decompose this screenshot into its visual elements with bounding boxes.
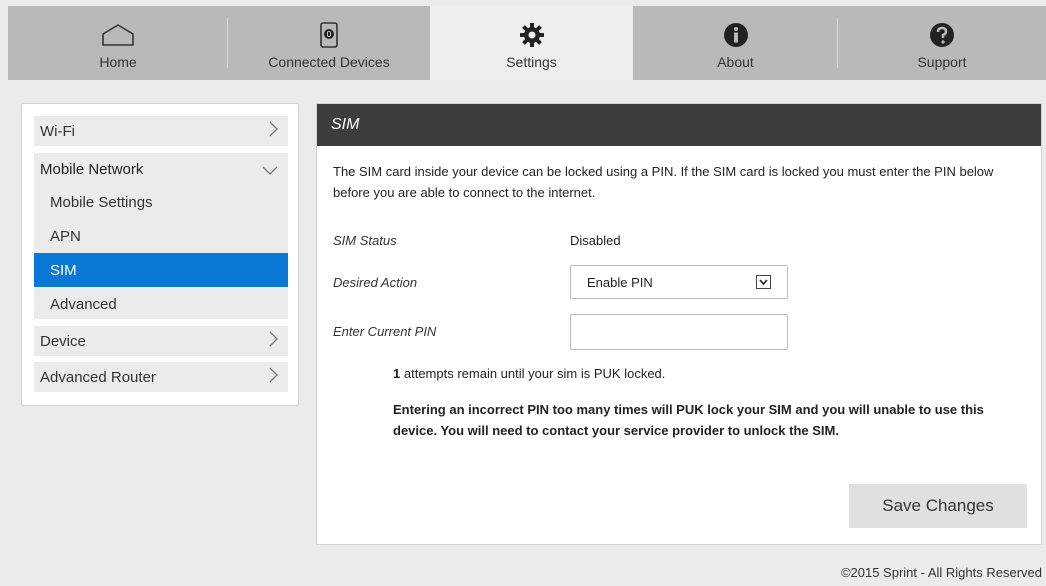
sidebar-item-wifi[interactable]: Wi-Fi (34, 116, 288, 146)
tab-label: Connected Devices (268, 54, 390, 70)
device-count-badge: 0 (327, 30, 332, 39)
home-icon (100, 20, 136, 50)
settings-sidebar: Wi-Fi Mobile Network Mobile Settings APN… (21, 103, 299, 406)
attempts-count: 1 (393, 366, 401, 381)
attempts-text: attempts remain until your sim is PUK lo… (403, 366, 666, 381)
desired-action-label: Desired Action (333, 275, 418, 290)
dropdown-arrow-icon[interactable] (756, 275, 771, 289)
tab-label: Home (99, 54, 137, 70)
chevron-right-icon (269, 367, 278, 388)
current-pin-label: Enter Current PIN (333, 324, 437, 339)
panel-title: SIM (331, 116, 360, 133)
tab-label: Settings (506, 54, 557, 70)
chevron-right-icon (269, 121, 278, 142)
sidebar-item-apn[interactable]: APN (34, 219, 288, 253)
gear-icon (519, 20, 545, 50)
chevron-right-icon (269, 331, 278, 352)
sidebar-item-label: Mobile Settings (50, 193, 153, 211)
save-changes-button[interactable]: Save Changes (849, 484, 1027, 528)
sidebar-item-mobile-network[interactable]: Mobile Network (34, 153, 288, 185)
sidebar-item-label: Advanced (50, 295, 117, 313)
top-nav: Home 0 Connected Devices Settings About … (8, 6, 1046, 80)
sidebar-group-mobile-network: Mobile Network Mobile Settings APN SIM A… (34, 153, 288, 319)
tab-home[interactable]: Home (8, 6, 228, 80)
tab-support[interactable]: Support (838, 6, 1046, 80)
sidebar-item-label: Device (40, 332, 86, 350)
sidebar-item-label: Mobile Network (40, 160, 144, 178)
tab-label: About (717, 54, 754, 70)
sidebar-item-device[interactable]: Device (34, 326, 288, 356)
sidebar-item-mobile-settings[interactable]: Mobile Settings (34, 185, 288, 219)
help-icon (929, 20, 955, 50)
tab-connected-devices[interactable]: 0 Connected Devices (228, 6, 430, 80)
sidebar-item-advanced-router[interactable]: Advanced Router (34, 362, 288, 392)
sidebar-item-sim[interactable]: SIM (34, 253, 288, 287)
sidebar-item-label: APN (50, 227, 81, 245)
sidebar-item-advanced[interactable]: Advanced (34, 287, 288, 321)
device-count-icon: 0 (319, 20, 339, 50)
tab-settings[interactable]: Settings (430, 6, 633, 80)
puk-warning: Entering an incorrect PIN too many times… (393, 402, 984, 438)
sidebar-item-label: SIM (50, 261, 77, 279)
sim-status-value: Disabled (570, 233, 621, 248)
sim-status-label: SIM Status (333, 233, 397, 248)
current-pin-input[interactable] (570, 314, 788, 350)
sim-settings-panel: SIM The SIM card inside your device can … (316, 103, 1042, 545)
sidebar-item-label: Wi-Fi (40, 122, 75, 140)
chevron-down-icon (262, 159, 278, 180)
panel-header: SIM (317, 104, 1041, 146)
tab-about[interactable]: About (633, 6, 838, 80)
copyright-footer: ©2015 Sprint - All Rights Reserved (840, 565, 1042, 580)
desired-action-select[interactable]: Enable PIN (570, 265, 788, 299)
tab-label: Support (917, 54, 967, 70)
attempts-remaining-note: 1 attempts remain until your sim is PUK … (393, 366, 665, 381)
sidebar-item-label: Advanced Router (40, 368, 156, 386)
desired-action-value: Enable PIN (587, 274, 653, 290)
sim-description: The SIM card inside your device can be l… (333, 164, 994, 200)
info-icon (723, 20, 749, 50)
